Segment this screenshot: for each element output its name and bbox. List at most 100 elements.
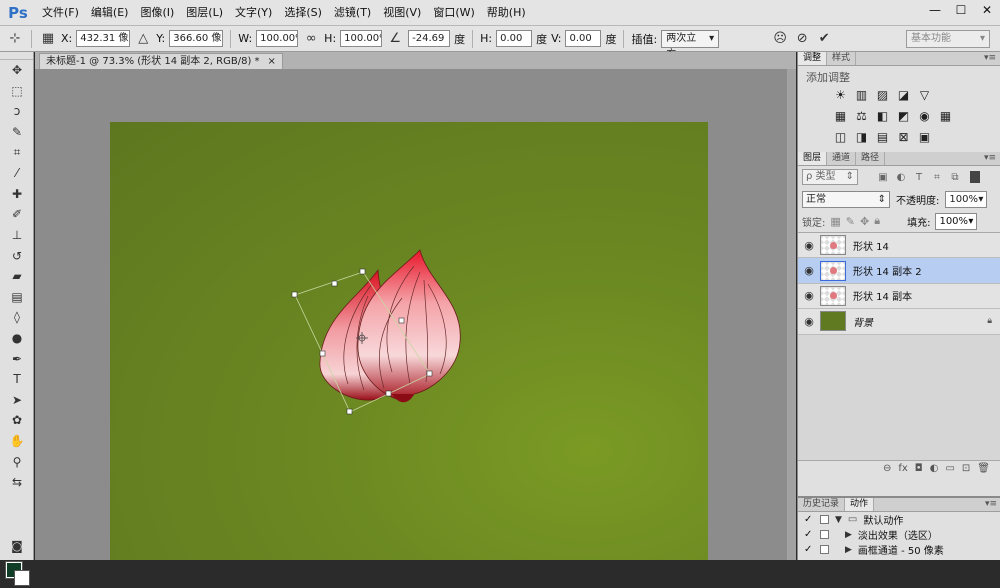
- lock-position-icon[interactable]: ✥: [860, 215, 869, 228]
- x-input[interactable]: 432.31 像素: [76, 30, 131, 47]
- tab-adjustments[interactable]: 调整: [798, 52, 828, 65]
- expand-arrow-icon[interactable]: ▼: [835, 515, 842, 525]
- check-icon[interactable]: ✓: [804, 544, 814, 555]
- brightness-icon[interactable]: ☀: [833, 87, 848, 102]
- menu-file[interactable]: 文件(F): [36, 0, 85, 26]
- posterize-icon[interactable]: ◨: [854, 129, 869, 144]
- filter-pixel-icon[interactable]: ▣: [876, 170, 890, 184]
- menu-image[interactable]: 图像(I): [134, 0, 180, 26]
- pen-tool-icon[interactable]: ✒: [0, 348, 34, 369]
- fill-input[interactable]: 100% ▾: [935, 212, 978, 230]
- link-icon[interactable]: ∞: [302, 30, 320, 48]
- tab-channels[interactable]: 通道: [827, 152, 857, 165]
- eyedropper-tool-icon[interactable]: ⁄: [0, 163, 34, 184]
- invert-icon[interactable]: ◫: [833, 129, 848, 144]
- interp-select[interactable]: 两次立方 ▾: [661, 29, 720, 60]
- quick-select-tool-icon[interactable]: ✎: [0, 122, 34, 143]
- canvas[interactable]: [110, 122, 708, 560]
- crop-tool-icon[interactable]: ⌗: [0, 142, 34, 163]
- lock-transparent-icon[interactable]: ▦: [830, 215, 840, 228]
- shape-tool-icon[interactable]: ✿: [0, 410, 34, 431]
- delete-layer-icon[interactable]: 🗑︎: [977, 463, 990, 474]
- expand-arrow-icon[interactable]: ▶: [845, 530, 852, 540]
- black-white-icon[interactable]: ◧: [875, 108, 890, 123]
- transform-tool-icon[interactable]: ⊹: [6, 30, 24, 48]
- panel-menu-icon[interactable]: ▾≡: [984, 52, 996, 65]
- y-input[interactable]: 366.60 像素: [169, 30, 224, 47]
- panel-menu-icon[interactable]: ▾≡: [984, 152, 996, 165]
- expand-arrow-icon[interactable]: ▶: [845, 545, 852, 555]
- menu-view[interactable]: 视图(V): [377, 0, 427, 26]
- warp-icon[interactable]: ☹: [771, 30, 789, 48]
- history-brush-tool-icon[interactable]: ↺: [0, 245, 34, 266]
- color-balance-icon[interactable]: ⚖: [854, 108, 869, 123]
- swap-colors-icon[interactable]: ⇆: [0, 472, 34, 493]
- skew-v-input[interactable]: 0.00: [565, 30, 602, 47]
- lock-all-icon[interactable]: 🔒︎: [874, 214, 880, 228]
- reference-point-icon[interactable]: ▦: [39, 30, 57, 48]
- tab-layers[interactable]: 图层: [798, 152, 828, 165]
- gradient-tool-icon[interactable]: ▤: [0, 287, 34, 308]
- eye-icon[interactable]: ◉: [798, 289, 820, 302]
- w-input[interactable]: 100.00%: [256, 30, 299, 47]
- menu-type[interactable]: 文字(Y): [229, 0, 278, 26]
- action-row[interactable]: ✓ ▼ ▭ 默认动作: [798, 512, 1000, 527]
- marquee-tool-icon[interactable]: ⬚: [0, 81, 34, 102]
- angle-input[interactable]: -24.69: [408, 30, 451, 47]
- move-tool-icon[interactable]: ✥: [0, 60, 34, 81]
- eye-icon[interactable]: ◉: [798, 315, 820, 328]
- gradient-map-icon[interactable]: ▣: [917, 129, 932, 144]
- eye-icon[interactable]: ◉: [798, 239, 820, 252]
- curves-icon[interactable]: ▨: [875, 87, 890, 102]
- new-group-icon[interactable]: ▭: [945, 463, 954, 474]
- menu-select[interactable]: 选择(S): [278, 0, 328, 26]
- commit-transform-icon[interactable]: ✔: [815, 30, 833, 48]
- add-mask-icon[interactable]: ◘: [915, 463, 923, 474]
- workspace-select[interactable]: 基本功能 ▾: [906, 30, 990, 48]
- filter-type-icon[interactable]: T: [912, 170, 926, 184]
- layer-row[interactable]: ◉ 背景 🔒︎: [798, 309, 1000, 335]
- type-tool-icon[interactable]: T: [0, 369, 34, 390]
- tab-styles[interactable]: 样式: [827, 52, 857, 65]
- opacity-input[interactable]: 100% ▾: [945, 190, 988, 208]
- blur-tool-icon[interactable]: ◊: [0, 307, 34, 328]
- minimize-button[interactable]: —: [922, 0, 948, 20]
- dialog-toggle-box[interactable]: [820, 545, 829, 554]
- layer-row[interactable]: ◉ 形状 14: [798, 233, 1000, 259]
- zoom-tool-icon[interactable]: ⚲: [0, 451, 34, 472]
- filter-adjustment-icon[interactable]: ◐: [894, 170, 908, 184]
- background-color-swatch[interactable]: [14, 570, 30, 586]
- menu-layer[interactable]: 图层(L): [180, 0, 229, 26]
- h-input[interactable]: 100.00%: [340, 30, 383, 47]
- tab-actions[interactable]: 动作: [845, 498, 875, 511]
- tab-paths[interactable]: 路径: [856, 152, 886, 165]
- menu-filter[interactable]: 滤镜(T): [328, 0, 377, 26]
- lock-paint-icon[interactable]: ✎: [846, 215, 855, 228]
- close-button[interactable]: ✕: [974, 0, 1000, 20]
- link-layers-icon[interactable]: ⊖: [883, 463, 891, 474]
- cancel-transform-icon[interactable]: ⊘: [793, 30, 811, 48]
- eraser-tool-icon[interactable]: ▰: [0, 266, 34, 287]
- menu-edit[interactable]: 编辑(E): [85, 0, 135, 26]
- levels-icon[interactable]: ▥: [854, 87, 869, 102]
- hand-tool-icon[interactable]: ✋: [0, 431, 34, 452]
- dodge-tool-icon[interactable]: ●: [0, 328, 34, 349]
- document-tab-close-icon[interactable]: ×: [268, 54, 276, 69]
- vertical-scrollbar[interactable]: [787, 69, 796, 560]
- action-row[interactable]: ✓ ▶ 淡出效果（选区）: [798, 527, 1000, 542]
- panel-menu-icon[interactable]: ▾≡: [985, 498, 997, 511]
- maximize-button[interactable]: ☐: [948, 0, 974, 20]
- filter-smart-object-icon[interactable]: ⧉: [948, 170, 962, 184]
- photo-filter-icon[interactable]: ◩: [896, 108, 911, 123]
- vibrance-icon[interactable]: ▽: [917, 87, 932, 102]
- check-icon[interactable]: ✓: [804, 529, 814, 540]
- threshold-icon[interactable]: ▤: [875, 129, 890, 144]
- skew-h-input[interactable]: 0.00: [496, 30, 533, 47]
- tab-history[interactable]: 历史记录: [798, 498, 846, 511]
- document-tab[interactable]: 未标题-1 @ 73.3% (形状 14 副本 2, RGB/8) * ×: [39, 53, 283, 69]
- channel-mixer-icon[interactable]: ◉: [917, 108, 932, 123]
- quick-mask-icon[interactable]: ◙: [0, 536, 34, 557]
- healing-brush-tool-icon[interactable]: ✚: [0, 184, 34, 205]
- path-select-tool-icon[interactable]: ➤: [0, 390, 34, 411]
- dialog-toggle-box[interactable]: [820, 515, 829, 524]
